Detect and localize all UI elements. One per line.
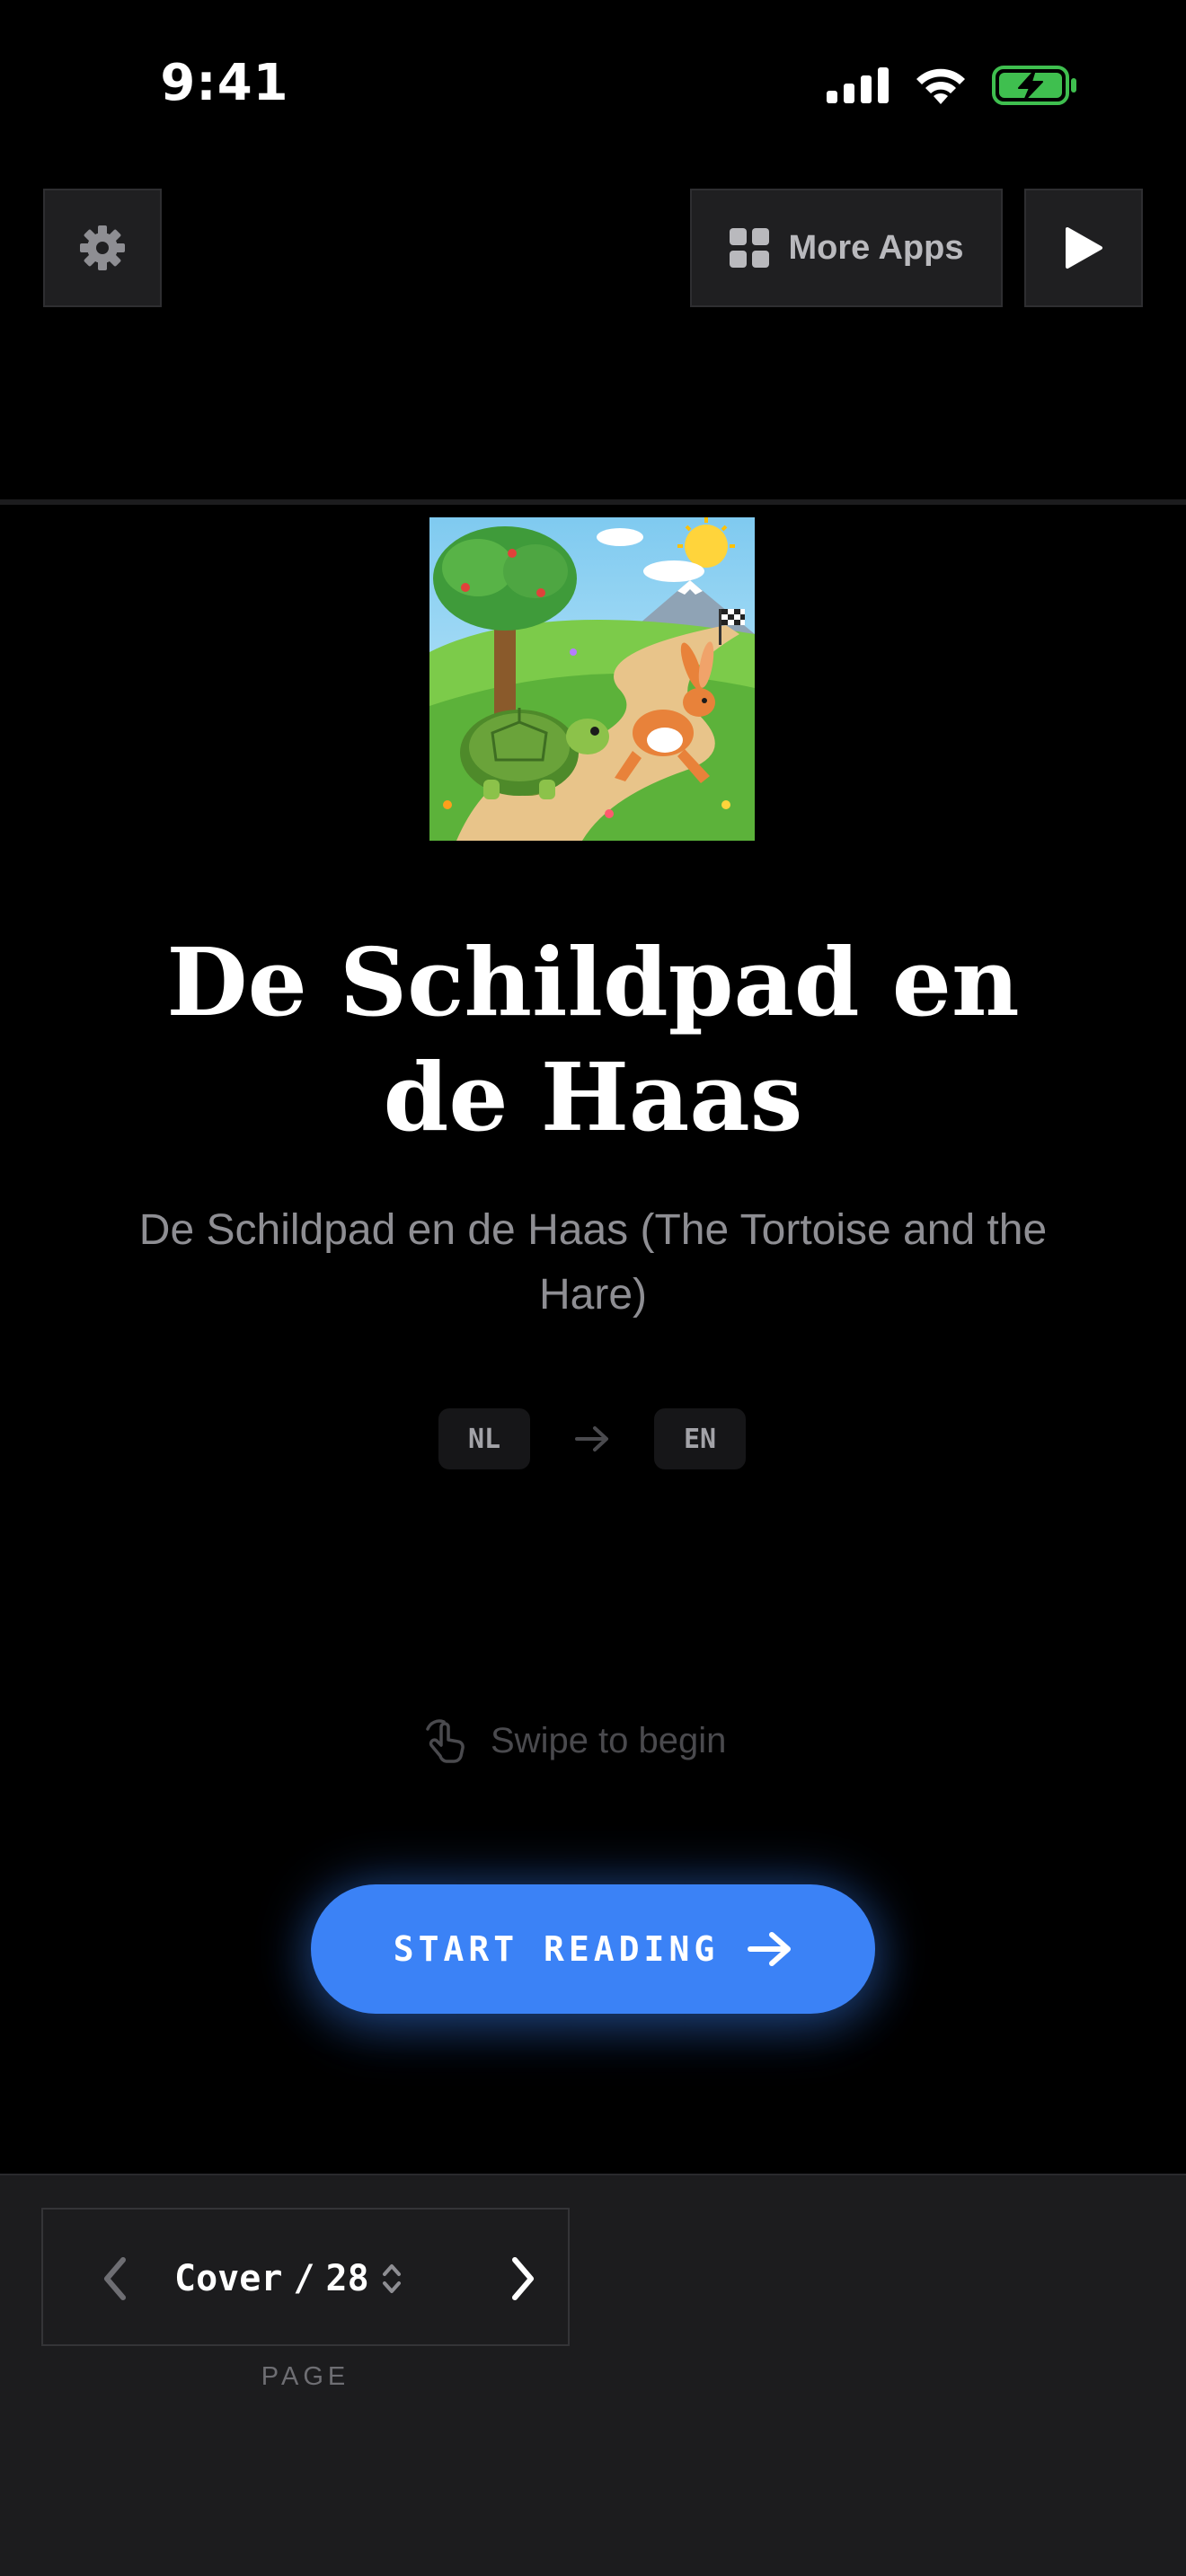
more-apps-button[interactable]: More Apps bbox=[690, 189, 1003, 307]
bottom-bar: Cover / 28 PAGE bbox=[0, 2174, 1186, 2576]
top-toolbar: More Apps bbox=[0, 171, 1186, 505]
start-reading-label: START READING bbox=[393, 1929, 720, 1969]
next-page-button[interactable] bbox=[496, 2247, 550, 2310]
page-separator: / bbox=[293, 2258, 315, 2299]
swipe-hint: Swipe to begin bbox=[422, 1712, 726, 1769]
hand-swipe-icon bbox=[426, 1719, 465, 1763]
page-selector[interactable]: Cover / 28 bbox=[174, 2247, 403, 2310]
chevron-up-down-icon bbox=[382, 2264, 401, 2293]
page-navigator: Cover / 28 bbox=[41, 2208, 570, 2346]
status-time: 9:41 bbox=[160, 54, 289, 112]
target-language-badge: EN bbox=[654, 1408, 746, 1469]
source-language-badge: NL bbox=[438, 1408, 530, 1469]
page-caption: PAGE bbox=[261, 2362, 350, 2391]
arrow-right-icon bbox=[748, 1932, 792, 1966]
cellular-signal-icon bbox=[827, 67, 889, 103]
status-icons bbox=[827, 65, 1078, 106]
cover-image bbox=[429, 517, 755, 841]
status-bar: 9:41 bbox=[0, 0, 1186, 171]
previous-page-button[interactable] bbox=[88, 2247, 142, 2310]
more-apps-label: More Apps bbox=[788, 228, 964, 267]
play-icon bbox=[1066, 227, 1102, 269]
gear-icon bbox=[80, 225, 125, 270]
start-reading-button[interactable]: START READING bbox=[311, 1884, 875, 2014]
book-subtitle: De Schildpad en de Haas (The Tortoise an… bbox=[138, 1206, 1048, 1319]
chevron-right-icon bbox=[512, 2257, 534, 2300]
arrow-right-icon bbox=[575, 1426, 608, 1451]
total-pages: 28 bbox=[325, 2258, 369, 2299]
play-button[interactable] bbox=[1024, 189, 1143, 307]
book-title: De Schildpad en de Haas bbox=[166, 927, 1020, 1152]
settings-button[interactable] bbox=[43, 189, 162, 307]
current-page: Cover bbox=[174, 2258, 283, 2299]
chevron-left-icon bbox=[104, 2257, 126, 2300]
toolbar-divider bbox=[0, 499, 1186, 505]
wifi-icon bbox=[916, 68, 965, 104]
grid-icon bbox=[729, 228, 769, 268]
swipe-hint-text: Swipe to begin bbox=[491, 1720, 727, 1760]
battery-charging-icon bbox=[992, 66, 1076, 105]
